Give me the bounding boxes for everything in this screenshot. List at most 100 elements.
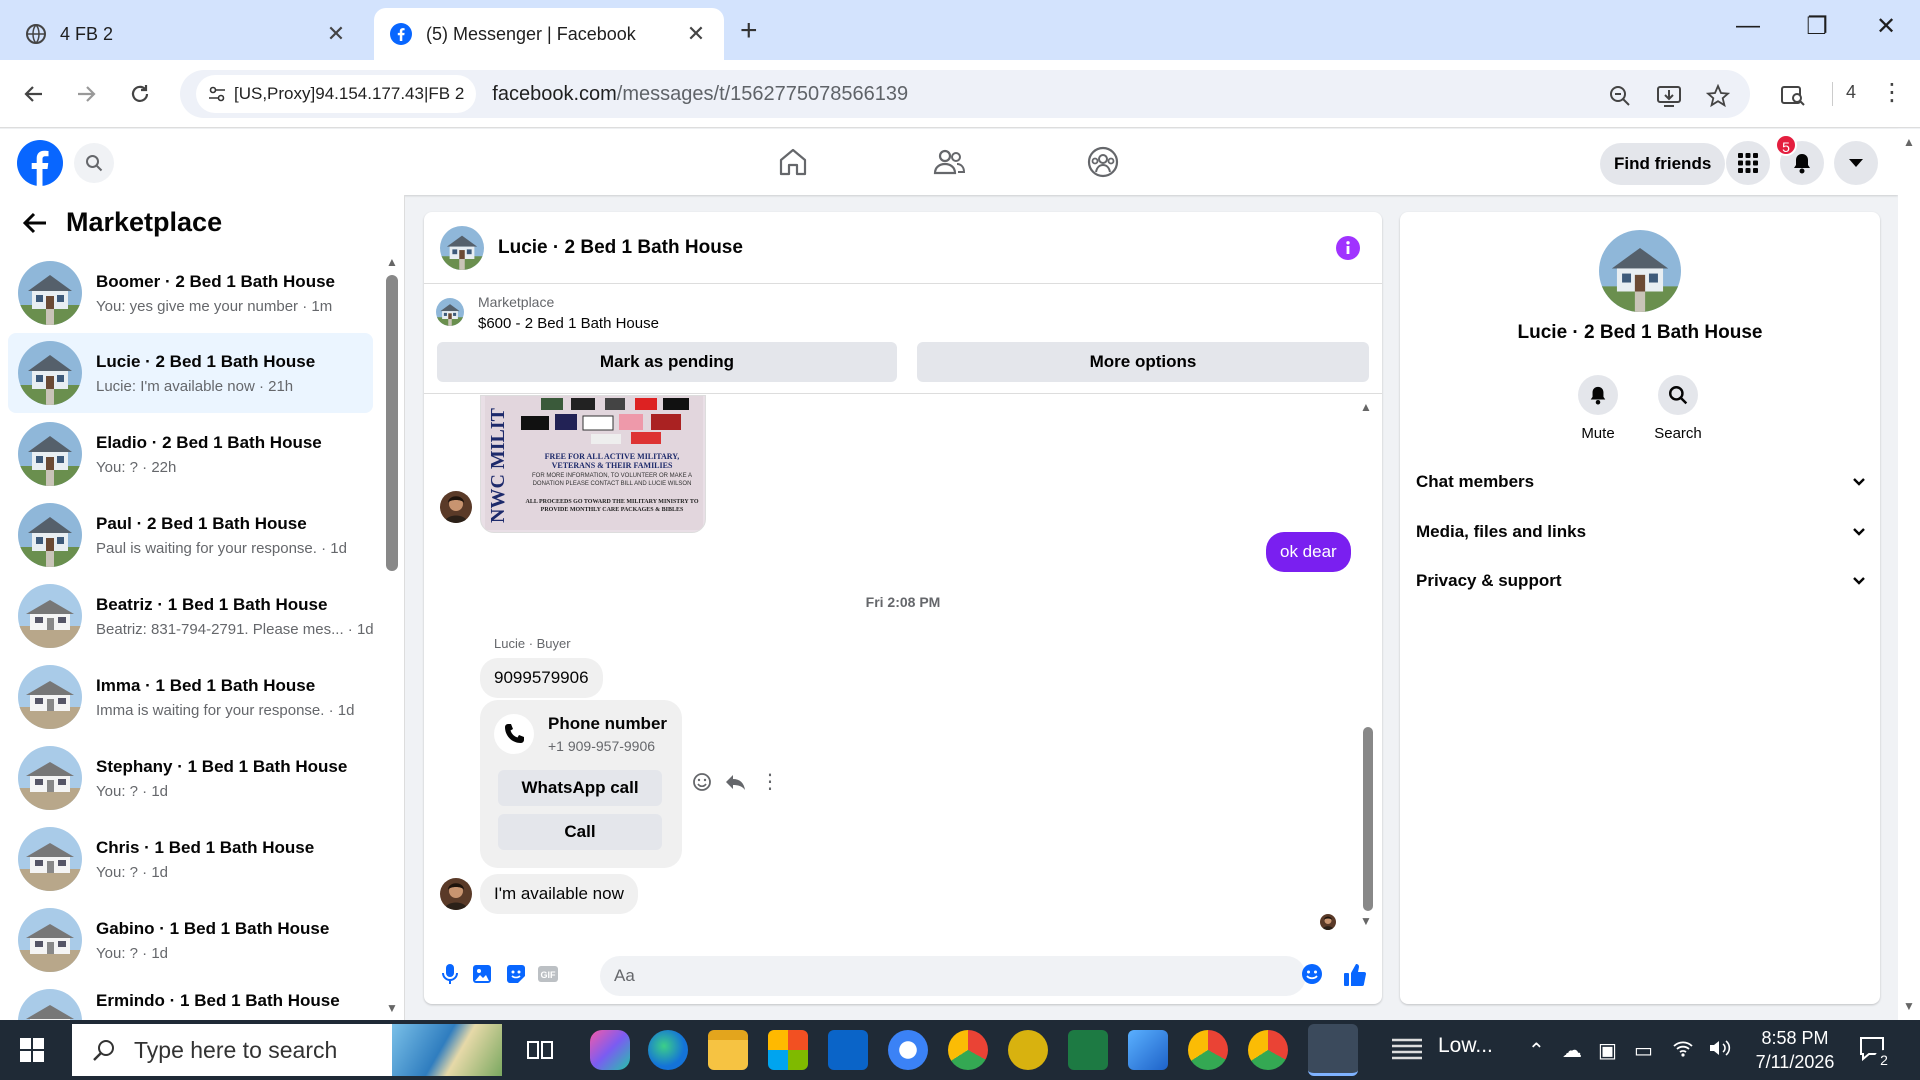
windows-start-icon[interactable] — [20, 1038, 44, 1062]
zoom-icon[interactable] — [1608, 84, 1634, 110]
reload-icon[interactable] — [122, 76, 158, 112]
install-app-icon[interactable] — [1656, 84, 1682, 110]
home-icon[interactable] — [776, 145, 810, 179]
conversation-item[interactable]: Boomer · 2 Bed 1 Bath House You: yes give… — [8, 253, 373, 333]
groups-icon[interactable] — [1086, 145, 1120, 179]
emoji-icon[interactable] — [1300, 962, 1326, 988]
info-icon[interactable] — [1336, 236, 1360, 260]
close-tab-icon[interactable]: ✕ — [324, 21, 348, 47]
mute-action[interactable]: Mute — [1558, 375, 1638, 442]
chrome-app-icon[interactable] — [948, 1030, 988, 1070]
conversation-item[interactable]: Stephany · 1 Bed 1 Bath House You: ? · 1d — [8, 738, 373, 818]
taskbar-search-box[interactable]: Type here to search — [72, 1024, 502, 1076]
outlook-app-icon[interactable] — [828, 1030, 868, 1070]
conversation-item-active[interactable]: Lucie · 2 Bed 1 Bath House Lucie: I'm ava… — [8, 333, 373, 413]
cloud-sync-icon[interactable]: ☁ — [1562, 1038, 1582, 1063]
sender-avatar[interactable] — [440, 491, 472, 523]
conversation-item[interactable]: Ermindo · 1 Bed 1 Bath House — [8, 981, 373, 1020]
message-input[interactable] — [600, 956, 1306, 996]
conversation-list-scrollbar[interactable] — [386, 275, 398, 571]
outgoing-message[interactable]: ok dear — [1266, 532, 1351, 572]
site-info-chip[interactable]: [US,Proxy]94.154.177.43|FB 2 — [196, 75, 477, 113]
tab-search-icon[interactable] — [1780, 84, 1806, 110]
browser-tab-messenger[interactable]: (5) Messenger | Facebook ✕ — [374, 8, 724, 60]
flyer-image[interactable]: NWC MILIT FREE FOR ALL ACTIVE MILITARY, … — [480, 395, 706, 533]
conversation-item[interactable]: Chris · 1 Bed 1 Bath House You: ? · 1d — [8, 819, 373, 899]
back-icon[interactable] — [16, 76, 52, 112]
chrome-profile-icon[interactable] — [1248, 1030, 1288, 1070]
more-menu-icon[interactable]: ⋮ — [1880, 78, 1904, 107]
conversation-item[interactable]: Imma · 1 Bed 1 Bath House Imma is waiting… — [8, 657, 373, 737]
profile-count[interactable]: 4 — [1846, 82, 1856, 103]
details-avatar[interactable] — [1599, 230, 1681, 312]
microphone-icon[interactable] — [438, 962, 464, 988]
lens-app-icon[interactable] — [888, 1030, 928, 1070]
wifi-icon[interactable] — [1672, 1038, 1694, 1058]
excel-app-icon[interactable] — [1068, 1030, 1108, 1070]
find-friends-button[interactable]: Find friends — [1600, 143, 1726, 185]
close-tab-icon[interactable]: ✕ — [684, 21, 708, 47]
photos-app-icon[interactable] — [1128, 1030, 1168, 1070]
scroll-up-arrow-icon[interactable]: ▲ — [1903, 135, 1915, 149]
facebook-logo-icon[interactable] — [17, 140, 63, 186]
meet-icon[interactable]: ▣ — [1598, 1038, 1617, 1063]
scroll-up-arrow-icon[interactable]: ▲ — [1360, 400, 1372, 414]
gif-icon[interactable]: GIF — [536, 962, 562, 988]
search-action[interactable]: Search — [1638, 375, 1718, 442]
taskbar-clock[interactable]: 8:58 PM 7/11/2026 — [1735, 1026, 1855, 1074]
sender-avatar[interactable] — [440, 878, 472, 910]
tray-overflow-icon[interactable]: ⌃ — [1528, 1038, 1545, 1063]
conversation-item[interactable]: Gabino · 1 Bed 1 Bath House You: ? · 1d — [8, 900, 373, 980]
conversation-item[interactable]: Paul · 2 Bed 1 Bath House Paul is waiting… — [8, 495, 373, 575]
weather-icon[interactable] — [1390, 1034, 1424, 1064]
scroll-up-arrow-icon[interactable]: ▲ — [386, 255, 398, 269]
active-browser-app-icon[interactable] — [1308, 1024, 1358, 1076]
chat-members-row[interactable]: Chat members — [1416, 462, 1866, 502]
friends-icon[interactable] — [932, 145, 966, 179]
weather-text[interactable]: Low... — [1438, 1034, 1493, 1058]
more-options-button[interactable]: More options — [917, 342, 1369, 382]
media-files-links-row[interactable]: Media, files and links — [1416, 512, 1866, 552]
copilot-app-icon[interactable] — [590, 1030, 630, 1070]
url-text[interactable]: facebook.com/messages/t/1562775078566139 — [492, 83, 908, 106]
bookmark-star-icon[interactable] — [1706, 84, 1732, 110]
browser-tab-fb2[interactable]: 4 FB 2 ✕ — [10, 8, 364, 60]
fb-search-button[interactable] — [74, 143, 114, 183]
new-tab-button[interactable]: + — [740, 14, 758, 48]
chat-avatar[interactable] — [440, 226, 484, 270]
more-actions-icon[interactable]: ⋮ — [760, 772, 780, 792]
forward-icon[interactable] — [68, 76, 104, 112]
scroll-down-arrow-icon[interactable]: ▼ — [1903, 999, 1915, 1013]
ixbrowser-app-icon[interactable] — [1008, 1030, 1048, 1070]
listing-title[interactable]: $600 - 2 Bed 1 Bath House — [478, 315, 659, 332]
back-arrow-icon[interactable] — [22, 211, 48, 235]
conversation-item[interactable]: Eladio · 2 Bed 1 Bath House You: ? · 22h — [8, 414, 373, 494]
restore-icon[interactable]: ❐ — [1797, 12, 1837, 41]
minimize-icon[interactable]: — — [1728, 12, 1768, 40]
page-scrollbar[interactable]: ▲ ▼ — [1898, 129, 1920, 1020]
photo-icon[interactable] — [470, 962, 496, 988]
conversation-item[interactable]: Beatriz · 1 Bed 1 Bath House Beatriz: 831… — [8, 576, 374, 656]
incoming-message-phone[interactable]: 9099579906 — [480, 658, 603, 698]
whatsapp-call-button[interactable]: WhatsApp call — [498, 770, 662, 806]
chat-scrollbar[interactable] — [1363, 727, 1373, 911]
incoming-message-last[interactable]: I'm available now — [480, 874, 638, 914]
call-button[interactable]: Call — [498, 814, 662, 850]
task-view-icon[interactable] — [526, 1036, 554, 1064]
emoji-react-icon[interactable] — [692, 772, 712, 792]
battery-icon[interactable]: ▭ — [1634, 1038, 1653, 1063]
file-explorer-icon[interactable] — [708, 1030, 748, 1070]
reply-icon[interactable] — [724, 772, 746, 792]
address-bar[interactable]: [US,Proxy]94.154.177.43|FB 2 facebook.co… — [180, 70, 1750, 118]
store-app-icon[interactable] — [768, 1030, 808, 1070]
chat-title[interactable]: Lucie · 2 Bed 1 Bath House — [498, 237, 743, 259]
edge-app-icon[interactable] — [648, 1030, 688, 1070]
scroll-down-arrow-icon[interactable]: ▼ — [386, 1001, 398, 1015]
menu-grid-button[interactable] — [1726, 141, 1770, 185]
mark-as-pending-button[interactable]: Mark as pending — [437, 342, 897, 382]
scroll-down-arrow-icon[interactable]: ▼ — [1360, 914, 1372, 928]
account-menu-button[interactable] — [1834, 141, 1878, 185]
thumbs-up-icon[interactable] — [1342, 962, 1368, 988]
privacy-support-row[interactable]: Privacy & support — [1416, 561, 1866, 601]
sticker-icon[interactable] — [504, 962, 530, 988]
